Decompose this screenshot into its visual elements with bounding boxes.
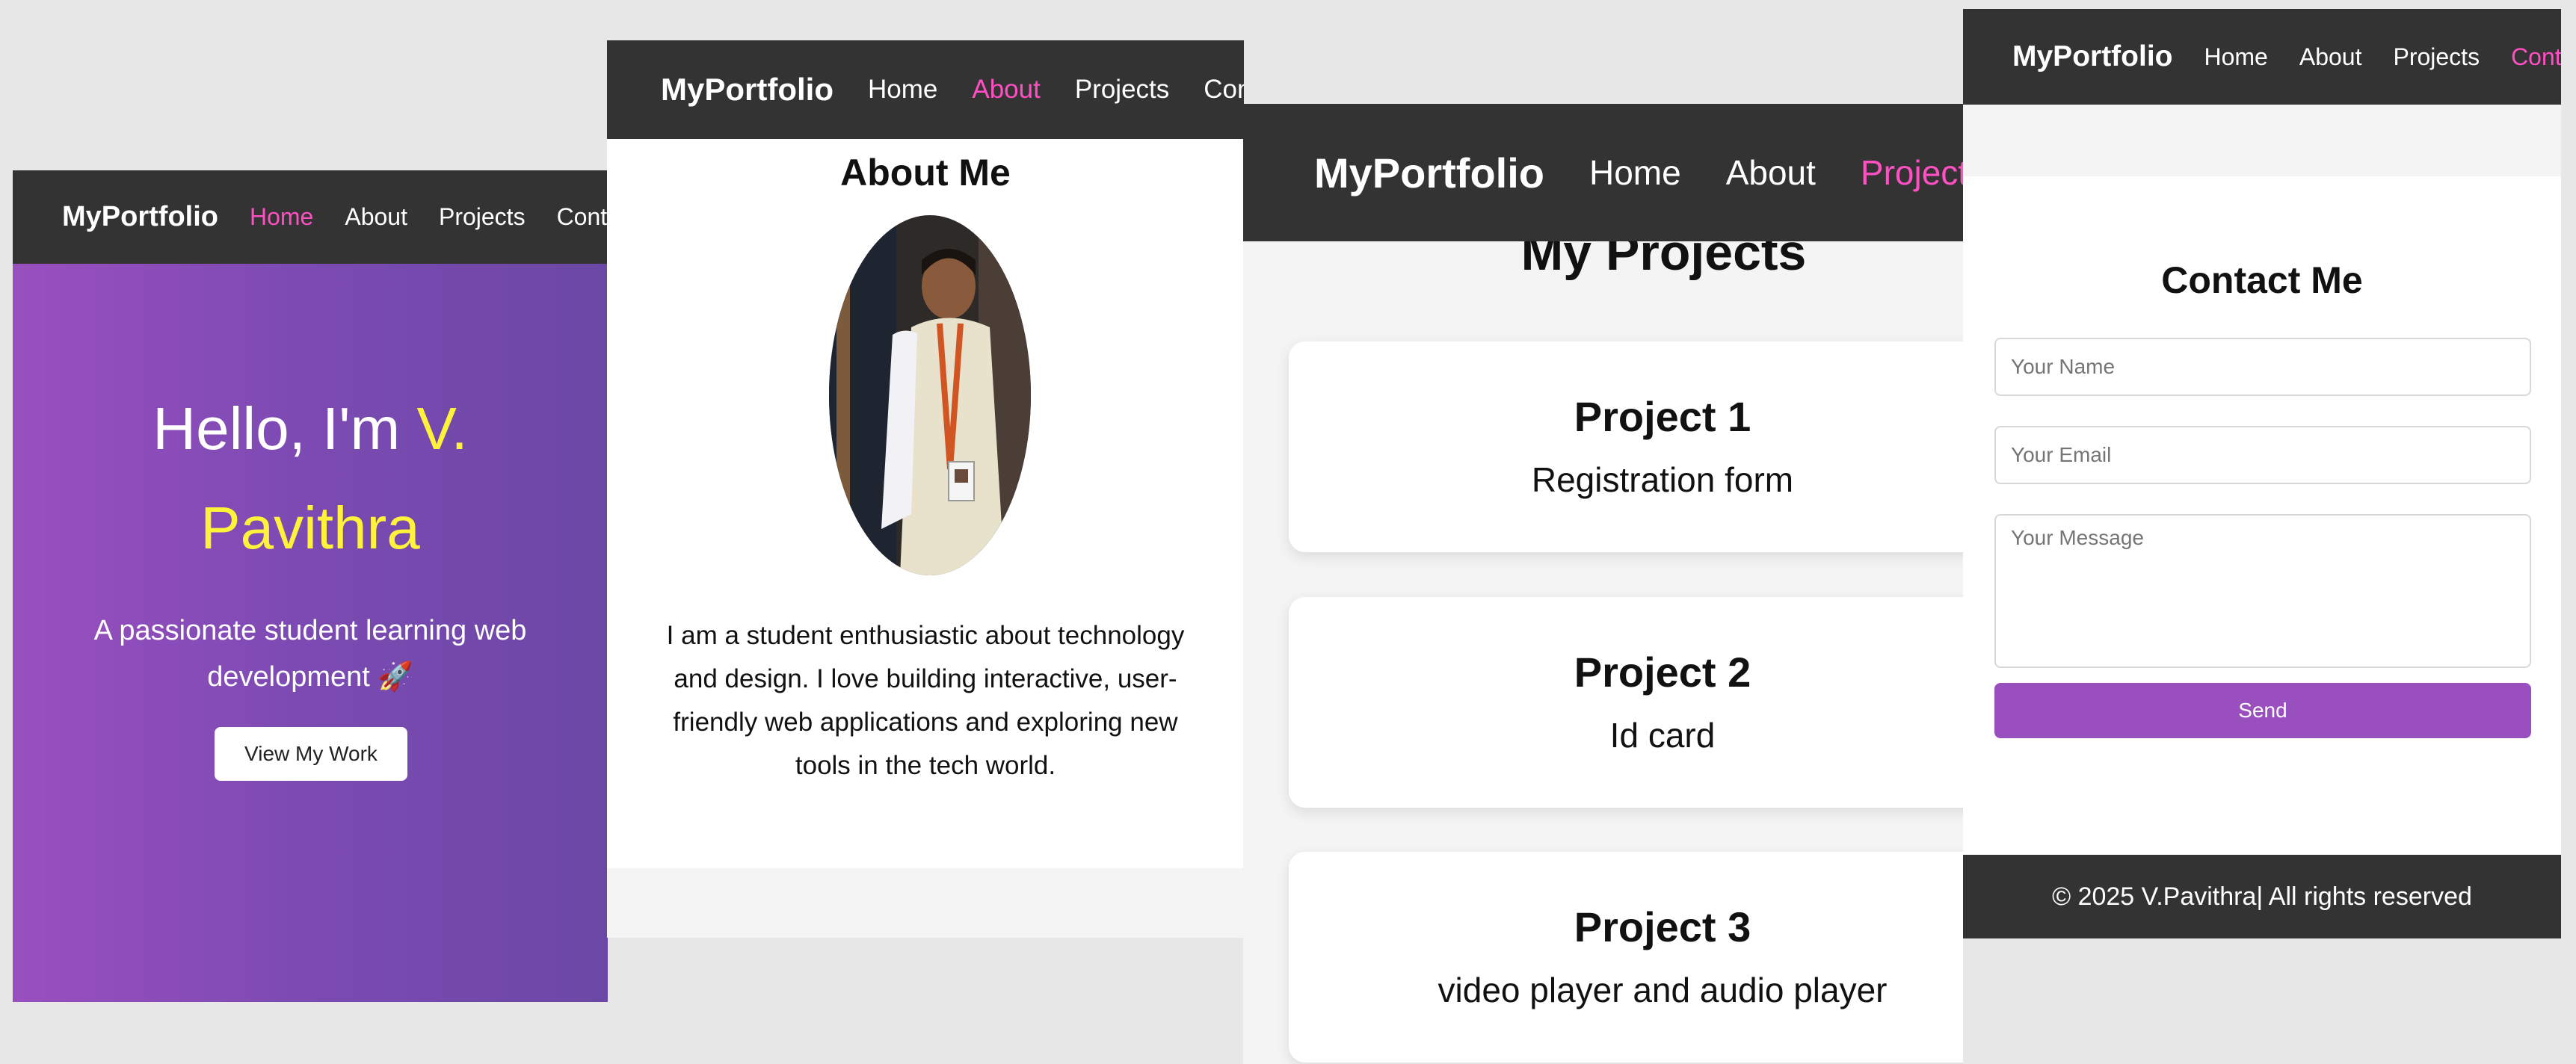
hero-title-line2: Pavithra	[58, 494, 563, 563]
name-field[interactable]	[1994, 338, 2531, 396]
hero-title-line1: Hello, I'm V.	[58, 395, 563, 463]
about-title: About Me	[840, 152, 1011, 194]
nav-link-home[interactable]: Home	[1589, 152, 1681, 193]
contact-title: Contact Me	[2161, 259, 2363, 301]
hero-name-initial: V.	[416, 395, 468, 462]
navbar: MyPortfolio Home About Projects Contact	[607, 40, 1244, 139]
nav-link-projects[interactable]: Projects	[2393, 43, 2480, 71]
home-view: MyPortfolio Home About Projects Contact …	[13, 170, 608, 1002]
send-button[interactable]: Send	[1994, 683, 2531, 738]
hero-greeting: Hello, I'm	[152, 395, 401, 462]
nav-link-home[interactable]: Home	[868, 75, 937, 105]
nav-link-contact[interactable]: Contact	[557, 203, 608, 231]
project-card[interactable]: Project 1 Registration form	[1289, 341, 1963, 552]
nav-link-about[interactable]: About	[972, 75, 1040, 105]
profile-photo	[829, 215, 1031, 575]
brand-logo[interactable]: MyPortfolio	[2012, 40, 2172, 73]
project-description: video player and audio player	[1438, 971, 1888, 1009]
nav-link-projects[interactable]: Projects	[1075, 75, 1169, 105]
email-field[interactable]	[1994, 426, 2531, 484]
nav-link-about[interactable]: About	[345, 203, 407, 231]
brand-logo[interactable]: MyPortfolio	[661, 72, 833, 108]
hero-name: Pavithra	[200, 495, 420, 561]
nav-link-projects[interactable]: Projects	[1861, 152, 1963, 193]
nav-link-home[interactable]: Home	[250, 203, 313, 231]
brand-logo[interactable]: MyPortfolio	[1314, 149, 1544, 197]
project-title: Project 3	[1574, 903, 1751, 950]
nav-link-projects[interactable]: Projects	[439, 203, 526, 231]
footer-copyright: © 2025 V.Pavithra| All rights reserved	[1963, 855, 2561, 938]
contact-card: Contact Me Send	[1963, 176, 2561, 855]
navbar: MyPortfolio Home About Projects Contact	[1963, 9, 2561, 105]
navbar: MyPortfolio Home About Projects Contact	[1243, 104, 1963, 241]
nav-link-contact[interactable]: Contact	[1204, 75, 1244, 105]
projects-view: My Projects Project 1 Registration form …	[1243, 104, 1963, 1064]
about-view: MyPortfolio Home About Projects Contact …	[607, 40, 1244, 938]
nav-link-about[interactable]: About	[2299, 43, 2362, 71]
about-text: I am a student enthusiastic about techno…	[666, 621, 1185, 780]
hero-subtitle: A passionate student learning web develo…	[93, 615, 527, 693]
message-field[interactable]	[1994, 514, 2531, 668]
brand-logo[interactable]: MyPortfolio	[62, 201, 218, 233]
view-work-button[interactable]: View My Work	[215, 727, 407, 781]
contact-view: MyPortfolio Home About Projects Contact …	[1963, 9, 2561, 938]
nav-link-about[interactable]: About	[1726, 152, 1816, 193]
project-description: Registration form	[1531, 460, 1794, 499]
hero-section: Hello, I'm V. Pavithra A passionate stud…	[13, 264, 608, 1002]
project-title: Project 1	[1574, 393, 1751, 440]
project-card[interactable]: Project 3 video player and audio player	[1289, 852, 1963, 1063]
project-card[interactable]: Project 2 Id card	[1289, 597, 1963, 808]
navbar: MyPortfolio Home About Projects Contact	[13, 170, 608, 264]
project-description: Id card	[1609, 716, 1716, 755]
nav-link-home[interactable]: Home	[2204, 43, 2267, 71]
about-card: About Me I am a student enthusiastic abo…	[607, 139, 1244, 868]
project-title: Project 2	[1574, 649, 1751, 696]
nav-link-contact[interactable]: Contact	[2511, 43, 2561, 71]
